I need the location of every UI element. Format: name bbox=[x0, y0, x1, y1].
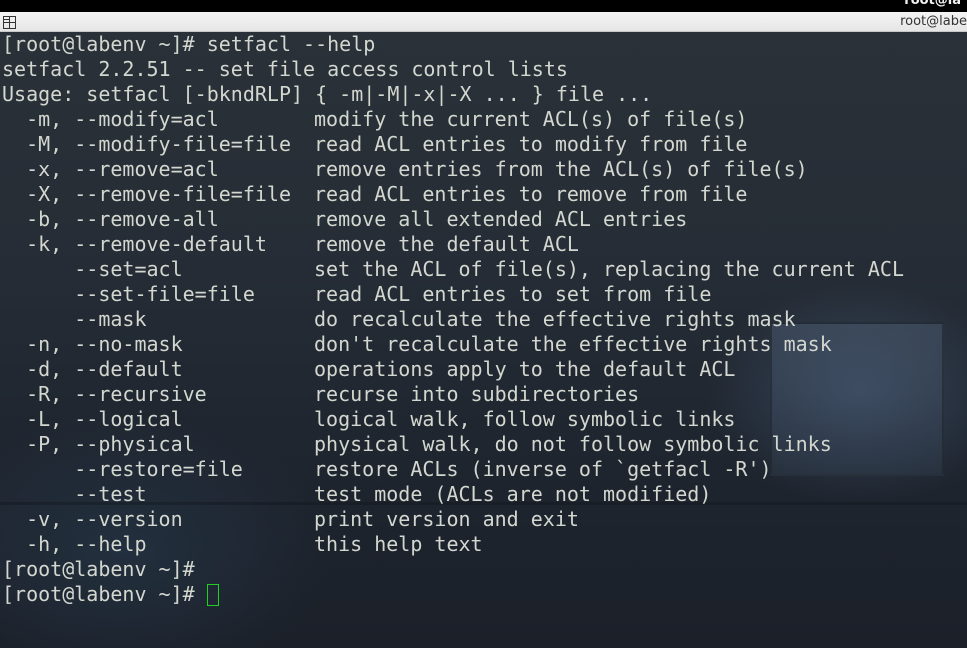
option-row: -M, --modify-file=file read ACL entries … bbox=[2, 132, 904, 157]
option-description: this help text bbox=[314, 532, 483, 556]
output-line: Usage: setfacl [-bkndRLP] { -m|-M|-x|-X … bbox=[2, 82, 904, 107]
option-description: read ACL entries to remove from file bbox=[314, 182, 748, 206]
output-line: setfacl 2.2.51 -- set file access contro… bbox=[2, 57, 904, 82]
top-panel-title: root@la bbox=[904, 0, 961, 8]
text-cursor[interactable] bbox=[206, 584, 219, 606]
command-text: [root@labenv ~]# setfacl --help bbox=[2, 32, 376, 56]
option-row: -k, --remove-default remove the default … bbox=[2, 232, 904, 257]
option-row: -P, --physical physical walk, do not fol… bbox=[2, 432, 904, 457]
option-flag: -R, --recursive bbox=[2, 382, 207, 406]
option-row: -n, --no-mask don't recalculate the effe… bbox=[2, 332, 904, 357]
top-panel: root@la bbox=[0, 0, 967, 12]
option-flag: -m, --modify=acl bbox=[2, 107, 219, 131]
prompt-line: [root@labenv ~]# bbox=[2, 557, 904, 582]
option-flag: --set=acl bbox=[2, 257, 183, 281]
active-prompt-line[interactable]: [root@labenv ~]# bbox=[2, 582, 904, 607]
option-flag: -x, --remove=acl bbox=[2, 157, 219, 181]
option-flag: -M, --modify-file=file bbox=[2, 132, 291, 156]
option-row: --set-file=file read ACL entries to set … bbox=[2, 282, 904, 307]
option-description: modify the current ACL(s) of file(s) bbox=[314, 107, 748, 131]
option-description: print version and exit bbox=[314, 507, 579, 531]
option-flag: -P, --physical bbox=[2, 432, 195, 456]
terminal-title: root@labe bbox=[900, 14, 967, 29]
option-flag: -d, --default bbox=[2, 357, 183, 381]
version-text: setfacl 2.2.51 -- set file access contro… bbox=[2, 57, 568, 81]
option-row: -X, --remove-file=file read ACL entries … bbox=[2, 182, 904, 207]
option-flag: -L, --logical bbox=[2, 407, 183, 431]
option-description: remove the default ACL bbox=[314, 232, 579, 256]
option-description: set the ACL of file(s), replacing the cu… bbox=[314, 257, 905, 281]
option-description: read ACL entries to set from file bbox=[314, 282, 712, 306]
option-flag: --mask bbox=[2, 307, 147, 331]
option-description: operations apply to the default ACL bbox=[314, 357, 736, 381]
option-description: physical walk, do not follow symbolic li… bbox=[314, 432, 832, 456]
option-description: remove all extended ACL entries bbox=[314, 207, 688, 231]
option-row: --mask do recalculate the effective righ… bbox=[2, 307, 904, 332]
option-row: -L, --logical logical walk, follow symbo… bbox=[2, 407, 904, 432]
option-row: --test test mode (ACLs are not modified) bbox=[2, 482, 904, 507]
terminal-area[interactable]: [root@labenv ~]# setfacl --help setfacl … bbox=[0, 32, 967, 648]
option-flag: -b, --remove-all bbox=[2, 207, 219, 231]
option-row: -b, --remove-all remove all extended ACL… bbox=[2, 207, 904, 232]
command-line: [root@labenv ~]# setfacl --help bbox=[2, 32, 904, 57]
option-description: logical walk, follow symbolic links bbox=[314, 407, 736, 431]
option-description: do recalculate the effective rights mask bbox=[314, 307, 796, 331]
option-description: test mode (ACLs are not modified) bbox=[314, 482, 712, 506]
screen: root@la root@labe [root@labenv ~]# setfa… bbox=[0, 0, 967, 648]
option-flag: -h, --help bbox=[2, 532, 147, 556]
option-flag: --restore=file bbox=[2, 457, 243, 481]
option-row: -x, --remove=acl remove entries from the… bbox=[2, 157, 904, 182]
option-flag: --test bbox=[2, 482, 147, 506]
option-row: -d, --default operations apply to the de… bbox=[2, 357, 904, 382]
option-row: --restore=file restore ACLs (inverse of … bbox=[2, 457, 904, 482]
option-row: -R, --recursive recurse into subdirector… bbox=[2, 382, 904, 407]
terminal-output: [root@labenv ~]# setfacl --help setfacl … bbox=[2, 32, 904, 607]
option-description: remove entries from the ACL(s) of file(s… bbox=[314, 157, 808, 181]
prompt-text: [root@labenv ~]# bbox=[2, 557, 195, 581]
usage-text: Usage: setfacl [-bkndRLP] { -m|-M|-x|-X … bbox=[2, 82, 653, 106]
option-flag: -n, --no-mask bbox=[2, 332, 183, 356]
option-description: recurse into subdirectories bbox=[314, 382, 640, 406]
option-row: -m, --modify=acl modify the current ACL(… bbox=[2, 107, 904, 132]
option-row: -h, --help this help text bbox=[2, 532, 904, 557]
option-flag: -k, --remove-default bbox=[2, 232, 267, 256]
prompt-text: [root@labenv ~]# bbox=[2, 582, 207, 606]
option-flag: -v, --version bbox=[2, 507, 183, 531]
terminal-grid-icon[interactable] bbox=[3, 14, 16, 29]
option-flag: -X, --remove-file=file bbox=[2, 182, 291, 206]
option-description: don't recalculate the effective rights m… bbox=[314, 332, 832, 356]
option-row: --set=acl set the ACL of file(s), replac… bbox=[2, 257, 904, 282]
option-description: restore ACLs (inverse of `getfacl -R') bbox=[314, 457, 772, 481]
option-description: read ACL entries to modify from file bbox=[314, 132, 748, 156]
option-flag: --set-file=file bbox=[2, 282, 255, 306]
option-row: -v, --version print version and exit bbox=[2, 507, 904, 532]
terminal-title-bar[interactable]: root@labe bbox=[0, 12, 967, 32]
